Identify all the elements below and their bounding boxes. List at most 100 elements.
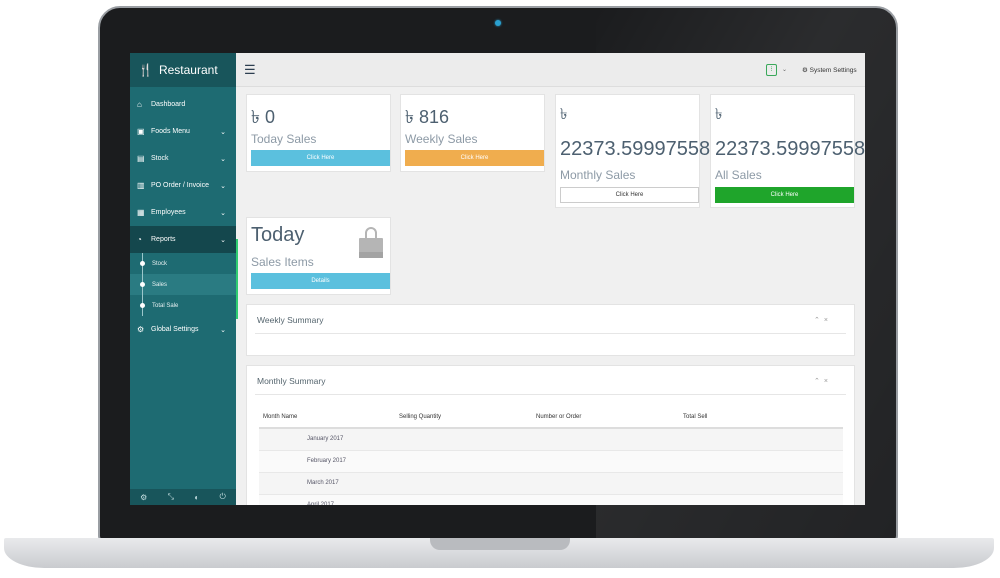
all-sales-card: ৳ 22373.59997558 All Sales Click Here [710,94,865,208]
sidebar-subitem-label: Sales [152,281,168,288]
chevron-down-icon: ⌄ [220,236,226,244]
table-row: March 2017 [259,471,843,494]
sidebar-footer: ⚙ ⤡ ◐ ⏻ [130,489,236,505]
sidebar: 🍴 Restaurant ⌂ Dashboard ▣ Foods Menu ⌄ … [130,53,236,505]
screen: 🍴 Restaurant ⌂ Dashboard ▣ Foods Menu ⌄ … [130,53,865,505]
laptop-notch [430,538,570,550]
close-icon[interactable]: × [824,317,832,324]
sidebar-item-foods-menu[interactable]: ▣ Foods Menu ⌄ [130,118,236,145]
sidebar-item-label: Global Settings [151,326,199,333]
id-card-icon: ▦ [137,208,145,217]
sidebar-menu: ⌂ Dashboard ▣ Foods Menu ⌄ ▤ Stock ⌄ ▥ P… [130,87,236,343]
pie-chart-icon: ◔ [137,235,142,244]
month-cell: February 2017 [259,449,395,472]
shopping-bag-icon [359,227,383,258]
column-header[interactable]: Number or Order [532,406,679,429]
chevron-down-icon: ⌄ [220,326,226,334]
sidebar-item-label: PO Order / Invoice [151,182,209,189]
table-row: January 2017 [259,427,843,450]
monthly-sales-label: Monthly Sales [560,168,636,182]
all-currency-symbol: ৳ [715,106,723,123]
sidebar-subitem-label: Total Sale [152,302,179,309]
month-cell: January 2017 [259,427,395,450]
system-settings-link[interactable]: ⚙ System Settings [802,66,857,74]
sidebar-item-label: Dashboard [151,101,186,108]
all-sales-button[interactable]: Click Here [715,187,854,203]
column-header[interactable]: Selling Quantity [395,406,532,429]
topbar: ☰ ⁝ ⌄ ⚙ System Settings [236,53,865,87]
sidebar-subitem-stock[interactable]: Stock [130,253,236,274]
fullscreen-icon[interactable]: ⤡ [168,492,174,502]
sidebar-item-label: Foods Menu [151,128,190,135]
close-icon[interactable]: × [824,378,832,385]
all-sales-label: All Sales [715,168,762,182]
sidebar-item-label: Employees [151,209,186,216]
sidebar-item-dashboard[interactable]: ⌂ Dashboard [130,91,236,118]
panel-tools: ⌃× [814,377,832,385]
sidebar-subitem-sales[interactable]: Sales [130,274,236,295]
file-icon: ▥ [137,181,145,190]
weekly-sales-card: ৳ 816 Weekly Sales Click Here [400,94,545,172]
month-cell: March 2017 [259,471,395,494]
sidebar-subitem-total-sale[interactable]: Total Sale [130,295,236,316]
sidebar-item-label: Stock [151,155,169,162]
today-sales-value: ৳ 0 [251,107,275,127]
chevron-down-icon: ⌄ [220,128,226,136]
sales-items-card: Today Sales Items Details [246,217,391,295]
monthly-sales-value: 22373.59997558 [560,138,711,160]
sidebar-item-reports[interactable]: ◔ Reports ⌄ [130,226,236,253]
sidebar-item-global-settings[interactable]: ⚙ Global Settings ⌄ [130,316,236,343]
monthly-sales-button[interactable]: Click Here [560,187,699,203]
weekly-summary-panel: Weekly Summary ⌃× [246,304,855,356]
sidebar-item-po-order[interactable]: ▥ PO Order / Invoice ⌄ [130,172,236,199]
today-sales-card: ৳ 0 Today Sales Click Here [246,94,391,172]
chevron-down-icon: ⌄ [220,182,226,190]
bullet-icon [140,282,145,287]
divider [255,394,846,395]
chevron-down-icon[interactable]: ⌄ [782,66,787,73]
sidebar-item-label: Reports [151,236,176,243]
table-header-row: Month Name Selling Quantity Number or Or… [259,406,843,429]
column-header[interactable]: Total Sell [679,406,843,429]
sales-items-value: Today [251,224,305,246]
weekly-sales-value: ৳ 816 [405,107,449,127]
panel-tools: ⌃× [814,316,832,324]
weekly-sales-button[interactable]: Click Here [405,150,544,166]
brand[interactable]: 🍴 Restaurant [130,53,236,87]
monthly-currency-symbol: ৳ [560,106,568,123]
language-flag-icon[interactable]: ⁝ [766,64,777,76]
collapse-icon[interactable]: ⌃ [814,378,824,385]
sales-items-details-button[interactable]: Details [251,273,390,289]
monthly-summary-panel: Monthly Summary ⌃× Month Name Selling Qu… [246,365,855,505]
sidebar-scroll-indicator [236,239,238,319]
collapse-icon[interactable]: ⌃ [814,317,824,324]
table-row: February 2017 [259,449,843,472]
cart-icon: ▣ [137,127,145,136]
chevron-down-icon: ⌄ [220,209,226,217]
sidebar-item-employees[interactable]: ▦ Employees ⌄ [130,199,236,226]
gear-icon: ⚙ [137,325,145,334]
sidebar-item-stock[interactable]: ▤ Stock ⌄ [130,145,236,172]
power-icon[interactable]: ⏻ [220,492,226,502]
column-header[interactable]: Month Name [259,406,395,429]
monthly-summary-title: Monthly Summary [257,376,326,386]
camera-icon [495,20,501,26]
bag-icon: ▤ [137,154,145,163]
weekly-sales-label: Weekly Sales [405,132,478,146]
bullet-icon [140,261,145,266]
eye-slash-icon[interactable]: ◐ [194,493,199,502]
sidebar-subitem-label: Stock [152,260,168,267]
table-row: April 2017 [259,493,843,505]
sales-items-label: Sales Items [251,255,314,269]
settings-icon[interactable]: ⚙ [140,493,147,502]
app-title: Restaurant [158,63,218,77]
chevron-down-icon: ⌄ [220,155,226,163]
menu-toggle-icon[interactable]: ☰ [244,62,256,78]
home-icon: ⌂ [137,100,142,109]
divider [255,333,846,334]
system-settings-label: System Settings [809,67,857,74]
today-sales-button[interactable]: Click Here [251,150,390,166]
cutlery-icon: 🍴 [138,63,153,77]
bullet-icon [140,303,145,308]
month-cell: April 2017 [259,493,395,505]
